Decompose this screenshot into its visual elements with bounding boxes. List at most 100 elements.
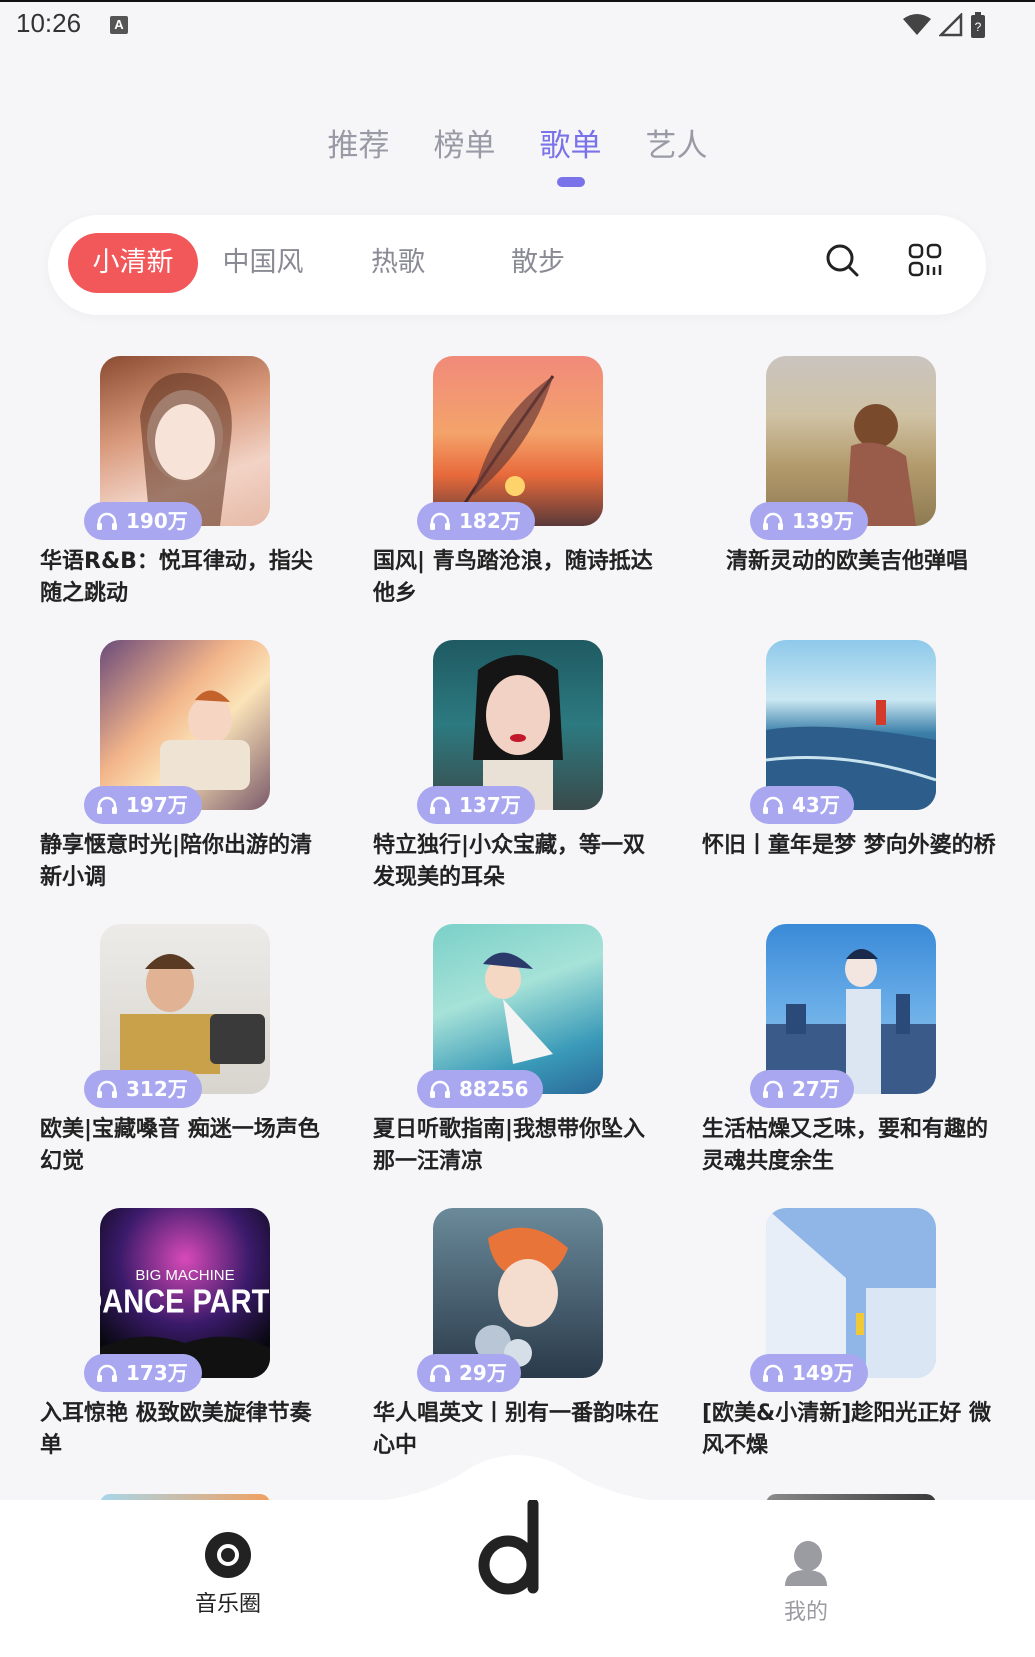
playlist-cover[interactable] bbox=[100, 924, 270, 1094]
headphones-icon bbox=[430, 1364, 450, 1382]
playlist-card[interactable]: 137万 特立独行|小众宝藏，等一双发现美的耳朵 bbox=[363, 640, 663, 910]
play-count: 197万 bbox=[126, 793, 188, 817]
play-count: 29万 bbox=[459, 1361, 507, 1385]
playlist-card[interactable]: 190万 华语R&B：悦耳律动，指尖随之跳动 bbox=[30, 356, 330, 626]
play-count: 182万 bbox=[459, 509, 521, 533]
playlist-title[interactable]: 欧美|宝藏嗓音 痴迷一场声色幻觉 bbox=[40, 1114, 330, 1178]
playlist-title[interactable]: 华语R&B：悦耳律动，指尖随之跳动 bbox=[40, 546, 330, 610]
top-tabs: 推荐 榜单 歌单 艺人 bbox=[0, 120, 1035, 165]
tab-charts[interactable]: 榜单 bbox=[430, 120, 500, 165]
playlist-card[interactable]: 312万 欧美|宝藏嗓音 痴迷一场声色幻觉 bbox=[30, 924, 330, 1194]
playlist-cover[interactable] bbox=[433, 356, 603, 526]
singer-flowers-image bbox=[475, 1227, 568, 1367]
playlist-cover[interactable] bbox=[433, 640, 603, 810]
nav-music-circle[interactable]: 音乐圈 bbox=[188, 1530, 268, 1618]
status-bar: 10:26 A ? bbox=[0, 0, 1035, 50]
battery-icon: ? bbox=[971, 12, 985, 38]
play-count: 312万 bbox=[126, 1077, 188, 1101]
play-count-badge: 137万 bbox=[417, 786, 535, 824]
playlist-cover[interactable] bbox=[433, 1208, 603, 1378]
nav-label-music-circle: 音乐圈 bbox=[194, 1592, 261, 1617]
feather-image bbox=[461, 375, 555, 507]
headphones-icon bbox=[430, 1080, 450, 1098]
user-icon bbox=[785, 1541, 827, 1586]
play-count: 88256 bbox=[459, 1077, 529, 1101]
play-count-badge: 139万 bbox=[750, 502, 868, 540]
playlist-title[interactable]: 静享惬意时光|陪你出游的清新小调 bbox=[40, 830, 330, 894]
playlist-title[interactable]: 清新灵动的欧美吉他弹唱 bbox=[726, 546, 1016, 578]
playlist-title[interactable]: [欧美&小清新]趁阳光正好 微风不燥 bbox=[702, 1398, 1002, 1462]
braids-portrait-image bbox=[473, 655, 563, 810]
tab-artists[interactable]: 艺人 bbox=[642, 120, 712, 165]
play-count: 173万 bbox=[126, 1361, 188, 1385]
playlist-title[interactable]: 特立独行|小众宝藏，等一双发现美的耳朵 bbox=[373, 830, 663, 894]
nav-mine[interactable]: 我的 bbox=[766, 1540, 846, 1626]
circle-music-icon bbox=[205, 1532, 251, 1578]
playlist-card[interactable]: 139万 清新灵动的欧美吉他弹唱 bbox=[696, 356, 996, 626]
play-count-badge: 88256 bbox=[417, 1070, 543, 1108]
underwater-image bbox=[483, 952, 553, 1064]
playlist-cover[interactable] bbox=[100, 356, 270, 526]
play-count: 190万 bbox=[126, 509, 188, 533]
headphones-icon bbox=[763, 1364, 783, 1382]
playlist-title[interactable]: 国风| 青鸟踏沧浪，随诗抵达他乡 bbox=[373, 546, 663, 610]
playlist-card[interactable]: BIG MACHINE DANCE PARTY 173万 入耳惊艳 极致欧美旋律… bbox=[30, 1208, 330, 1478]
play-count-badge: 197万 bbox=[84, 786, 202, 824]
playlist-cover[interactable] bbox=[433, 924, 603, 1094]
play-count: 139万 bbox=[792, 509, 854, 533]
headphones-icon bbox=[97, 1364, 117, 1382]
tab-recommend[interactable]: 推荐 bbox=[324, 120, 394, 165]
playlist-card[interactable]: 182万 国风| 青鸟踏沧浪，随诗抵达他乡 bbox=[363, 356, 663, 626]
play-count-badge: 182万 bbox=[417, 502, 535, 540]
playlist-title[interactable]: 怀旧丨童年是梦 梦向外婆的桥 bbox=[702, 830, 1002, 862]
filter-chip-rege[interactable]: 热歌 bbox=[348, 233, 448, 293]
play-count-badge: 27万 bbox=[750, 1070, 854, 1108]
field-image bbox=[846, 404, 916, 526]
play-count-badge: 149万 bbox=[750, 1354, 868, 1392]
playlist-cover[interactable] bbox=[766, 356, 936, 526]
filter-chip-xiaoqingxin[interactable]: 小清新 bbox=[68, 233, 198, 293]
city-anime-image bbox=[766, 949, 936, 1094]
nav-home-logo[interactable] bbox=[470, 1498, 570, 1604]
filter-chip-sanbu[interactable]: 散步 bbox=[488, 233, 588, 293]
filter-chip-zhongguofeng[interactable]: 中国风 bbox=[208, 233, 318, 293]
signal-icon bbox=[939, 13, 963, 37]
grid-icon[interactable] bbox=[906, 241, 946, 281]
playlist-title[interactable]: 夏日听歌指南|我想带你坠入那一汪清凉 bbox=[373, 1114, 663, 1178]
search-icon[interactable] bbox=[823, 241, 863, 281]
playlist-card[interactable]: 149万 [欧美&小清新]趁阳光正好 微风不燥 bbox=[696, 1208, 996, 1478]
playlist-title[interactable]: 入耳惊艳 极致欧美旋律节奏单 bbox=[40, 1398, 330, 1462]
headphones-icon bbox=[97, 1080, 117, 1098]
blue-stairs-image bbox=[766, 1208, 936, 1378]
music-note-logo-icon bbox=[478, 1498, 539, 1595]
playlist-cover[interactable] bbox=[766, 640, 936, 810]
seaside-image bbox=[766, 700, 936, 810]
status-time: 10:26 bbox=[16, 8, 82, 38]
dance-party-image: BIG MACHINE DANCE PARTY bbox=[100, 1267, 270, 1378]
dance-party-brand-text: BIG MACHINE bbox=[135, 1267, 234, 1284]
headphones-icon bbox=[763, 1080, 783, 1098]
headphones-icon bbox=[763, 512, 783, 530]
playlist-card[interactable]: 27万 生活枯燥又乏味，要和有趣的灵魂共度余生 bbox=[696, 924, 996, 1194]
playlist-card[interactable]: 43万 怀旧丨童年是梦 梦向外婆的桥 bbox=[696, 640, 996, 910]
man-radio-image bbox=[120, 954, 265, 1074]
svg-text:?: ? bbox=[975, 20, 982, 34]
car-anime-image bbox=[160, 690, 250, 790]
playlist-card[interactable]: 88256 夏日听歌指南|我想带你坠入那一汪清凉 bbox=[363, 924, 663, 1194]
tab-playlists[interactable]: 歌单 bbox=[536, 120, 606, 165]
playlist-cover[interactable] bbox=[766, 924, 936, 1094]
headphones-icon bbox=[97, 796, 117, 814]
headphones-icon bbox=[763, 796, 783, 814]
playlist-title[interactable]: 生活枯燥又乏味，要和有趣的灵魂共度余生 bbox=[702, 1114, 1002, 1178]
playlist-cover[interactable] bbox=[766, 1208, 936, 1378]
playlist-card[interactable]: 29万 华人唱英文丨别有一番韵味在心中 bbox=[363, 1208, 663, 1478]
headphones-icon bbox=[430, 796, 450, 814]
nav-label-mine: 我的 bbox=[783, 1600, 828, 1625]
play-count-badge: 43万 bbox=[750, 786, 854, 824]
play-count-badge: 312万 bbox=[84, 1070, 202, 1108]
playlist-cover[interactable] bbox=[100, 640, 270, 810]
play-count: 149万 bbox=[792, 1361, 854, 1385]
playlist-card[interactable]: 197万 静享惬意时光|陪你出游的清新小调 bbox=[30, 640, 330, 910]
filter-bar: 小清新 中国风 热歌 散步 bbox=[48, 215, 986, 315]
playlist-cover[interactable]: BIG MACHINE DANCE PARTY bbox=[100, 1208, 270, 1378]
